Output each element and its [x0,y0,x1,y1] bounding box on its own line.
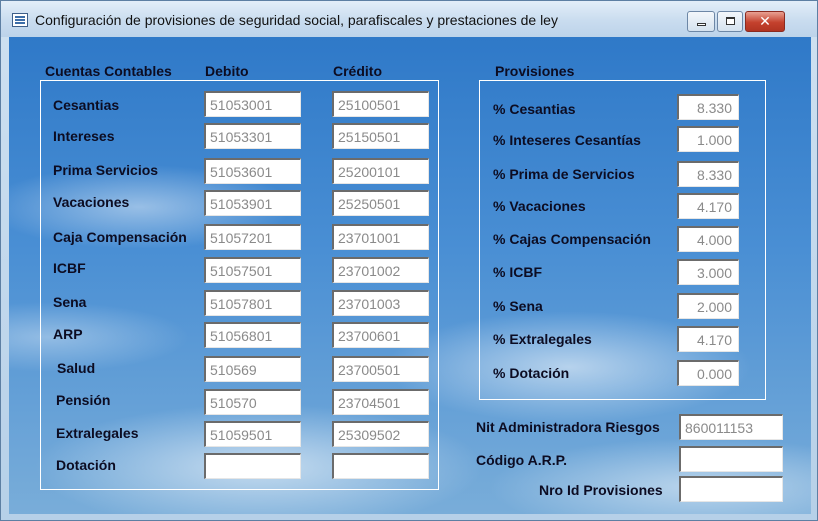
provision-label-cajas-compensacion: % Cajas Compensación [493,231,651,247]
credit-field-caja-compensacion[interactable]: 23701001 [332,224,429,250]
debit-field-arp[interactable]: 51056801 [204,322,301,348]
close-button[interactable]: ✕ [745,11,785,32]
credit-field-extralegales[interactable]: 25309502 [332,421,429,447]
provision-label-intereses-cesantias: % Inteseres Cesantías [493,132,641,148]
form-area: Cuentas Contables Debito Crédito Cesanti… [9,37,811,514]
debit-field-intereses[interactable]: 51053301 [204,123,301,149]
maximize-icon [726,17,735,25]
provision-field-extralegales[interactable]: 4.170 [677,326,739,352]
maximize-button[interactable] [717,11,743,32]
title-bar[interactable]: Configuración de provisiones de segurida… [1,1,817,37]
provision-field-vacaciones[interactable]: 4.170 [677,193,739,219]
account-label-cesantias: Cesantias [53,97,120,113]
nro-id-field[interactable] [679,476,783,502]
provision-label-sena: % Sena [493,298,543,314]
debit-field-cesantias[interactable]: 51053001 [204,91,301,117]
account-label-extralegales: Extralegales [56,425,139,441]
provision-field-prima-servicios[interactable]: 8.330 [677,161,739,187]
provision-field-cajas-compensacion[interactable]: 4.000 [677,226,739,252]
debit-field-sena[interactable]: 51057801 [204,290,301,316]
credit-field-prima-servicios[interactable]: 25200101 [332,158,429,184]
account-label-prima-servicios: Prima Servicios [53,162,159,178]
debit-field-salud[interactable]: 510569 [204,356,301,382]
debit-field-icbf[interactable]: 51057501 [204,257,301,283]
credit-field-pension[interactable]: 23704501 [332,389,429,415]
app-window: Configuración de provisiones de segurida… [0,0,818,521]
account-label-caja-compensacion: Caja Compensación [53,229,187,245]
debit-header: Debito [205,63,249,79]
credit-field-cesantias[interactable]: 25100501 [332,91,429,117]
provisions-header: Provisiones [495,63,575,79]
window-title: Configuración de provisiones de segurida… [35,12,558,28]
account-label-vacaciones: Vacaciones [53,194,130,210]
debit-field-caja-compensacion[interactable]: 51057201 [204,224,301,250]
account-label-icbf: ICBF [53,260,86,276]
minimize-icon [697,23,706,26]
debit-field-dotacion[interactable] [204,453,301,479]
nit-field[interactable]: 860011153 [679,414,783,440]
credit-field-icbf[interactable]: 23701002 [332,257,429,283]
credit-field-sena[interactable]: 23701003 [332,290,429,316]
provision-label-cesantias: % Cesantias [493,101,576,117]
accounts-header-label: Cuentas Contables [45,63,172,79]
account-label-dotacion: Dotación [56,457,116,473]
nro-id-label: Nro Id Provisiones [539,482,663,498]
provision-label-icbf: % ICBF [493,264,542,280]
provision-field-cesantias[interactable]: 8.330 [677,94,739,120]
account-label-arp: ARP [53,326,83,342]
debit-field-vacaciones[interactable]: 51053901 [204,190,301,216]
close-icon: ✕ [759,13,771,29]
provision-label-prima-servicios: % Prima de Servicios [493,166,635,182]
credit-field-vacaciones[interactable]: 25250501 [332,190,429,216]
account-label-intereses: Intereses [53,128,115,144]
arp-code-label: Código A.R.P. [476,452,567,468]
arp-code-field[interactable] [679,446,783,472]
provision-label-dotacion: % Dotación [493,365,570,381]
provision-field-intereses-cesantias[interactable]: 1.000 [677,126,739,152]
table-icon [12,13,28,27]
credit-header: Crédito [333,63,382,79]
account-label-salud: Salud [57,360,96,376]
account-label-sena: Sena [53,294,87,310]
credit-field-intereses[interactable]: 25150501 [332,123,429,149]
debit-field-extralegales[interactable]: 51059501 [204,421,301,447]
provision-label-vacaciones: % Vacaciones [493,198,586,214]
minimize-button[interactable] [687,11,715,32]
provision-field-icbf[interactable]: 3.000 [677,259,739,285]
provision-field-dotacion[interactable]: 0.000 [677,360,739,386]
provision-label-extralegales: % Extralegales [493,331,592,347]
credit-field-dotacion[interactable] [332,453,429,479]
debit-field-pension[interactable]: 510570 [204,389,301,415]
nit-label: Nit Administradora Riesgos [476,419,660,435]
credit-field-arp[interactable]: 23700601 [332,322,429,348]
debit-field-prima-servicios[interactable]: 51053601 [204,158,301,184]
provision-field-sena[interactable]: 2.000 [677,293,739,319]
credit-field-salud[interactable]: 23700501 [332,356,429,382]
account-label-pension: Pensión [56,392,111,408]
